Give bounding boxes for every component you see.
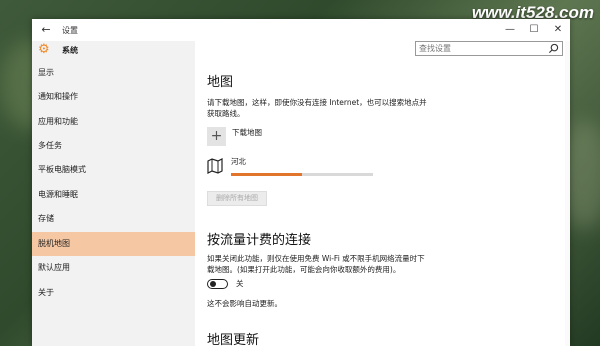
scrollbar[interactable] [565, 41, 570, 346]
sidebar-item-display[interactable]: 显示 [32, 61, 195, 85]
maximize-icon: ☐ [529, 24, 539, 35]
download-progress-bar [231, 173, 373, 176]
metered-connections-heading: 按流量计费的连接 [207, 233, 312, 248]
minimize-icon: — [505, 24, 515, 35]
search-icon[interactable] [548, 43, 559, 54]
close-button[interactable]: ✕ [546, 19, 570, 41]
search-input[interactable] [419, 42, 539, 55]
maximize-button[interactable]: ☐ [522, 19, 546, 41]
arrow-left-icon: ← [41, 23, 51, 36]
plus-icon: + [210, 128, 223, 144]
sidebar-item-apps[interactable]: 应用和功能 [32, 110, 195, 134]
download-progress-fill [231, 173, 302, 176]
close-icon: ✕ [553, 24, 563, 35]
download-maps-label[interactable]: 下载地图 [232, 127, 262, 138]
toggle-state-label: 关 [236, 279, 244, 288]
sidebar: ⚙ 系统 显示 通知和操作 应用和功能 多任务 平板电脑模式 电源和睡眠 存储 … [32, 41, 195, 346]
download-maps-button[interactable]: + [207, 127, 226, 146]
sidebar-header: ⚙ 系统 [38, 43, 188, 61]
sidebar-item-power-sleep[interactable]: 电源和睡眠 [32, 183, 195, 207]
settings-window: ← 设置 — ☐ ✕ ⚙ 系统 显示 通知和操作 应用和功能 多任务 平板电脑模… [32, 19, 570, 346]
sidebar-item-tablet-mode[interactable]: 平板电脑模式 [32, 158, 195, 182]
sidebar-title: 系统 [62, 46, 78, 55]
maps-description-cont: 获取路线。 [207, 109, 245, 118]
back-button[interactable]: ← [38, 23, 54, 37]
metered-description: 如果关闭此功能，则仅在使用免费 Wi-Fi 或不限手机网络流量时下 [207, 254, 425, 263]
sidebar-item-notifications[interactable]: 通知和操作 [32, 85, 195, 109]
maps-heading: 地图 [207, 75, 234, 90]
toggle-knob [210, 281, 216, 287]
search-box[interactable] [415, 41, 563, 56]
sidebar-item-default-apps[interactable]: 默认应用 [32, 256, 195, 280]
metered-toggle[interactable] [207, 279, 228, 289]
gear-icon: ⚙ [38, 42, 50, 57]
delete-all-maps-button[interactable]: 删除所有地图 [207, 191, 267, 206]
sidebar-item-multitasking[interactable]: 多任务 [32, 134, 195, 158]
sidebar-item-about[interactable]: 关于 [32, 281, 195, 305]
metered-description-cont: 载地图。(如果打开此功能，可能会向你收取额外的费用)。 [207, 265, 401, 274]
map-item-name: 河北 [231, 157, 246, 166]
sidebar-item-offline-maps[interactable]: 脱机地图 [32, 232, 195, 256]
title-bar: ← 设置 — ☐ ✕ [32, 19, 570, 41]
map-icon [207, 158, 223, 174]
auto-update-note: 这不会影响自动更新。 [207, 299, 282, 308]
sidebar-item-storage[interactable]: 存储 [32, 207, 195, 231]
map-updates-heading: 地图更新 [207, 333, 260, 346]
window-title: 设置 [62, 26, 78, 35]
maps-description: 请下载地图，这样，即使你没有连接 Internet，也可以搜索地点并 [207, 98, 427, 107]
minimize-button[interactable]: — [498, 19, 522, 41]
